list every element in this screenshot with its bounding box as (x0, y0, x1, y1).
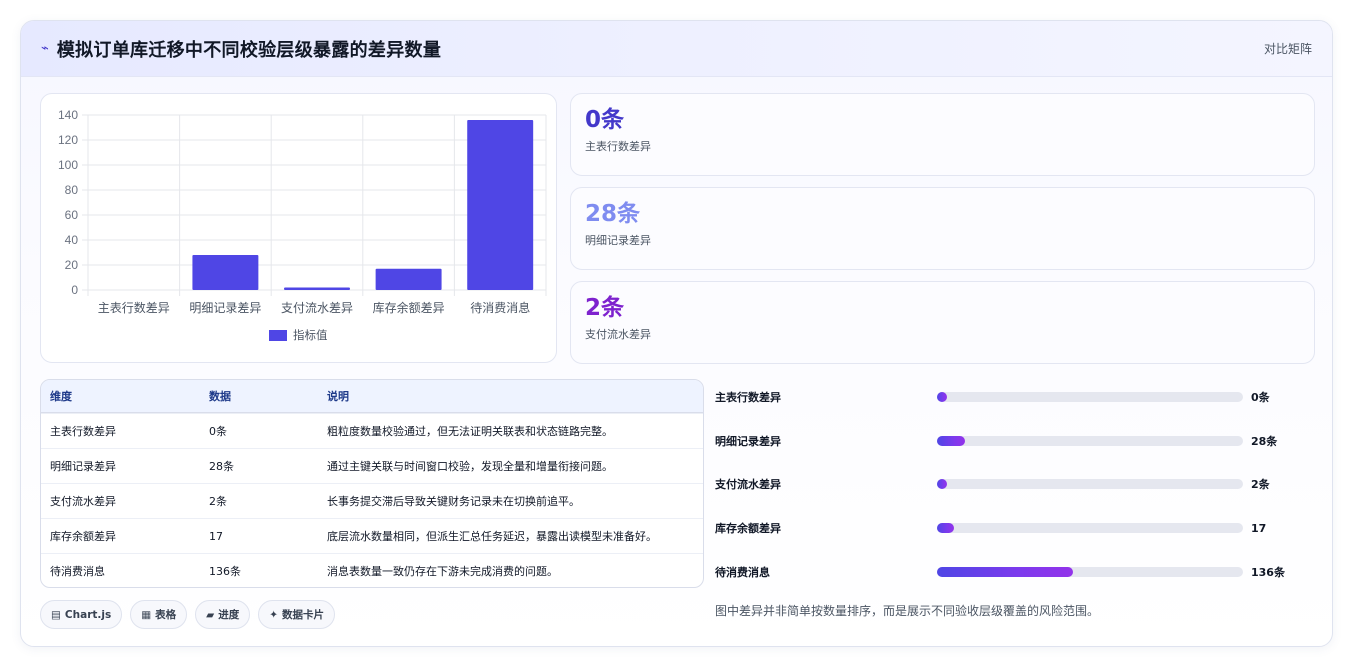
stat-value: 28条 (585, 201, 641, 227)
stat-label: 明细记录差异 (585, 234, 651, 247)
stat-card-detail: 28条 明细记录差异 (570, 187, 1315, 270)
table-row: 待消费消息 136条 消息表数量一致仍存在下游未完成消费的问题。 (41, 553, 703, 587)
table-row: 明细记录差异 28条 通过主键关联与时间窗口校验，发现全量和增量衔接问题。 (41, 448, 703, 483)
progress-fill (937, 479, 947, 489)
tag-label: Chart.js (64, 608, 112, 621)
table-cell: 17 (209, 529, 223, 543)
chart-line-icon: ⌁ (41, 41, 49, 56)
table-cell: 粗粒度数量校验通过，但无法证明关联表和状态链路完整。 (327, 425, 613, 438)
table-cell: 28条 (209, 460, 234, 473)
progress-label: 待消费消息 (715, 566, 770, 579)
stat-card-main-rows: 0条 主表行数差异 (570, 93, 1315, 176)
progress-label: 支付流水差异 (715, 478, 781, 491)
progress-track (937, 436, 1243, 446)
card-icon: ✦ (269, 608, 279, 621)
y-tick-label: 80 (65, 183, 79, 197)
table-cell: 底层流水数量相同，但派生汇总任务延迟，暴露出读模型未准备好。 (327, 530, 657, 543)
table-cell: 通过主键关联与时间窗口校验，发现全量和增量衔接问题。 (327, 460, 613, 473)
y-tick-label: 120 (58, 133, 78, 147)
y-tick-label: 0 (71, 283, 78, 297)
legend-swatch (269, 330, 287, 341)
tag-label: 表格 (155, 609, 177, 621)
x-tick-label: 主表行数差异 (98, 300, 170, 315)
table-icon: ▦ (141, 608, 152, 621)
card-header: ⌁ 模拟订单库迁移中不同校验层级暴露的差异数量 对比矩阵 (21, 21, 1332, 77)
bar-chart-svg: 0 20 40 60 80 100 120 140 主表行数差异 明细记录差异 支付流水差异 库存余额… (58, 108, 547, 342)
tag-label: 数据卡片 (282, 609, 325, 621)
progress-row: 明细记录差异 28条 (715, 431, 1315, 451)
progress-row: 库存余额差异 17 (715, 518, 1315, 538)
chart-icon: ▤ (51, 608, 61, 621)
y-tick-label: 140 (58, 108, 78, 122)
stat-label: 支付流水差异 (585, 328, 651, 341)
compare-matrix-label: 对比矩阵 (1263, 42, 1312, 56)
stat-value: 0条 (585, 107, 625, 133)
progress-icon: ▰ (206, 608, 215, 621)
footnote: 图中差异并非简单按数量排序，而是展示不同验收层级覆盖的风险范围。 (715, 604, 1100, 618)
progress-label: 库存余额差异 (715, 522, 781, 535)
table-header-cell: 维度 (50, 390, 72, 403)
progress-track (937, 479, 1243, 489)
bar-chart: 0 20 40 60 80 100 120 140 主表行数差异 明细记录差异 支付流水差异 库存余额… (40, 93, 557, 363)
progress-value: 2条 (1251, 478, 1270, 491)
main-card: ⌁ 模拟订单库迁移中不同校验层级暴露的差异数量 对比矩阵 0 20 40 60 80 10… (20, 20, 1333, 647)
progress-fill (937, 567, 1073, 577)
stat-card-payment: 2条 支付流水差异 (570, 281, 1315, 364)
progress-track (937, 392, 1243, 402)
x-tick-label: 支付流水差异 (281, 301, 353, 315)
bar (192, 255, 259, 290)
table-header-row: 维度 数据 说明 (41, 380, 703, 413)
progress-fill (937, 392, 947, 402)
bar (284, 287, 350, 290)
table-row: 库存余额差异 17 底层流水数量相同，但派生汇总任务延迟，暴露出读模型未准备好。 (41, 518, 703, 553)
data-table: 维度 数据 说明 主表行数差异 0条 粗粒度数量校验通过，但无法证明关联表和状态… (40, 379, 704, 588)
legend-label: 指标值 (293, 328, 328, 342)
table-cell: 消息表数量一致仍存在下游未完成消费的问题。 (327, 565, 558, 578)
progress-label: 主表行数差异 (715, 391, 781, 404)
progress-value: 0条 (1251, 391, 1270, 404)
tag-progress[interactable]: ▰ 进度 (195, 600, 251, 629)
table-header-cell: 说明 (327, 390, 349, 403)
progress-label: 明细记录差异 (715, 435, 781, 448)
progress-value: 136条 (1251, 566, 1285, 579)
y-tick-label: 100 (58, 158, 78, 172)
y-tick-label: 20 (65, 258, 79, 272)
progress-row: 支付流水差异 2条 (715, 474, 1315, 494)
table-row: 支付流水差异 2条 长事务提交滞后导致关键财务记录未在切换前追平。 (41, 483, 703, 518)
stat-label: 主表行数差异 (585, 140, 651, 153)
x-tick-label: 待消费消息 (470, 300, 530, 315)
tag-list: ▤ Chart.js ▦ 表格 ▰ 进度 ✦ 数据卡片 (40, 600, 336, 629)
table-cell: 0条 (209, 425, 227, 438)
progress-track (937, 523, 1243, 533)
bar (467, 120, 534, 290)
table-cell: 库存余额差异 (50, 530, 116, 543)
bar (375, 268, 442, 290)
progress-fill (937, 523, 954, 533)
tag-chartjs[interactable]: ▤ Chart.js (40, 600, 123, 629)
tag-table[interactable]: ▦ 表格 (130, 600, 188, 629)
tag-label: 进度 (218, 609, 240, 621)
progress-row: 主表行数差异 0条 (715, 387, 1315, 407)
stat-value: 2条 (585, 295, 625, 321)
table-cell: 长事务提交滞后导致关键财务记录未在切换前追平。 (327, 495, 580, 508)
table-cell: 136条 (209, 565, 241, 578)
progress-row: 待消费消息 136条 (715, 562, 1315, 582)
progress-value: 17 (1251, 521, 1267, 535)
table-row: 主表行数差异 0条 粗粒度数量校验通过，但无法证明关联表和状态链路完整。 (41, 413, 703, 448)
table-cell: 待消费消息 (50, 565, 105, 578)
x-tick-label: 明细记录差异 (189, 301, 261, 315)
y-tick-label: 60 (65, 208, 79, 222)
page-title: 模拟订单库迁移中不同校验层级暴露的差异数量 (56, 39, 442, 61)
progress-track (937, 567, 1243, 577)
table-cell: 主表行数差异 (50, 425, 116, 438)
tag-data-card[interactable]: ✦ 数据卡片 (258, 600, 336, 629)
table-cell: 2条 (209, 495, 227, 508)
table-cell: 明细记录差异 (50, 460, 116, 473)
progress-fill (937, 436, 965, 446)
progress-value: 28条 (1251, 435, 1278, 448)
x-tick-label: 库存余额差异 (373, 300, 445, 315)
table-header-cell: 数据 (209, 390, 231, 403)
table-cell: 支付流水差异 (50, 495, 116, 508)
y-tick-label: 40 (65, 233, 79, 247)
